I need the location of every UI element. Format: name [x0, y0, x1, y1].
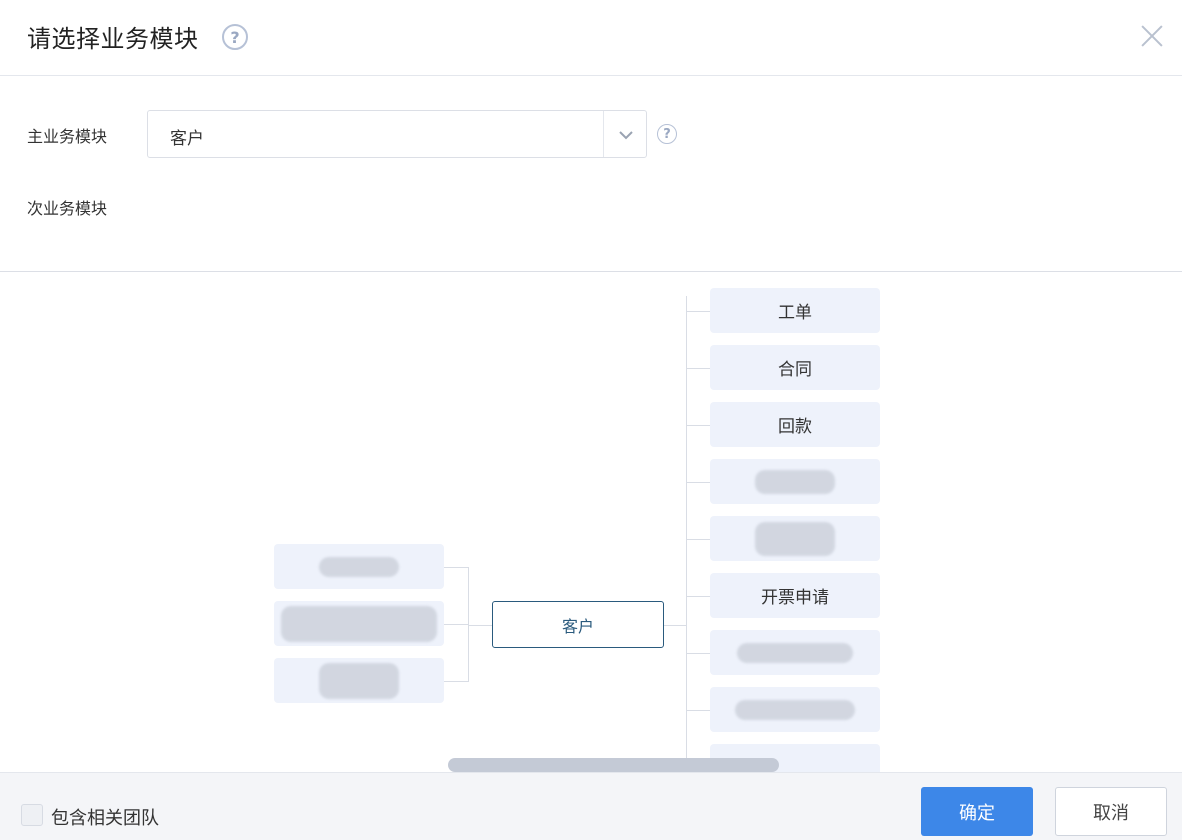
mindmap-node-left[interactable] — [274, 658, 444, 703]
connector — [686, 482, 710, 483]
connector — [686, 539, 710, 540]
redacted-label — [735, 699, 855, 720]
redacted-label — [755, 521, 835, 556]
mindmap-node-right[interactable] — [710, 630, 880, 675]
close-icon[interactable] — [1138, 22, 1166, 50]
connector — [444, 681, 468, 682]
main-module-select[interactable]: 客户 — [147, 110, 647, 158]
connector — [686, 311, 710, 312]
node-label: 合同 — [778, 360, 812, 380]
node-label: 工单 — [778, 303, 812, 323]
redacted-label — [281, 605, 437, 642]
dialog-title: 请选择业务模块 — [27, 25, 199, 53]
question-circle-icon[interactable]: ? — [222, 24, 248, 50]
redacted-label — [755, 469, 835, 494]
include-team-checkbox[interactable] — [21, 804, 43, 826]
mindmap-node-right[interactable]: 开票申请 — [710, 573, 880, 618]
connector — [686, 653, 710, 654]
mindmap-node-right[interactable] — [710, 459, 880, 504]
confirm-button[interactable]: 确定 — [921, 787, 1033, 836]
question-circle-icon[interactable]: ? — [657, 124, 677, 144]
module-mindmap: 工单 合同 回款 开票申请 客户 — [0, 272, 1182, 772]
dialog-header: 请选择业务模块 ? — [0, 0, 1182, 76]
dialog-footer: 包含相关团队 确定 取消 — [0, 772, 1182, 840]
connector — [686, 368, 710, 369]
main-module-label: 主业务模块 — [27, 127, 108, 146]
connector — [686, 710, 710, 711]
mindmap-node-right[interactable] — [710, 516, 880, 561]
mindmap-node-right[interactable]: 工单 — [710, 288, 880, 333]
mindmap-node-right[interactable] — [710, 687, 880, 732]
mindmap-node-right[interactable]: 回款 — [710, 402, 880, 447]
mindmap-node-left[interactable] — [274, 601, 444, 646]
connector — [686, 425, 710, 426]
cancel-button[interactable]: 取消 — [1055, 787, 1167, 836]
sub-module-label: 次业务模块 — [27, 199, 108, 218]
connector — [444, 624, 468, 625]
include-team-label[interactable]: 包含相关团队 — [51, 804, 159, 830]
center-label: 客户 — [561, 616, 594, 636]
mindmap-node-right[interactable]: 合同 — [710, 345, 880, 390]
connector — [686, 596, 710, 597]
main-module-value: 客户 — [170, 129, 204, 149]
redacted-label — [737, 642, 853, 663]
connector-center-left — [468, 625, 492, 626]
connector — [444, 567, 468, 568]
select-divider — [603, 111, 604, 157]
horizontal-scrollbar[interactable] — [448, 758, 779, 772]
redacted-label — [319, 556, 399, 577]
redacted-label — [319, 662, 399, 699]
mindmap-center-node[interactable]: 客户 — [492, 601, 664, 648]
mindmap-node-left[interactable] — [274, 544, 444, 589]
node-label: 开票申请 — [761, 588, 829, 608]
node-label: 回款 — [778, 417, 812, 437]
chevron-down-icon[interactable] — [617, 126, 635, 144]
connector-center-right — [664, 625, 686, 626]
